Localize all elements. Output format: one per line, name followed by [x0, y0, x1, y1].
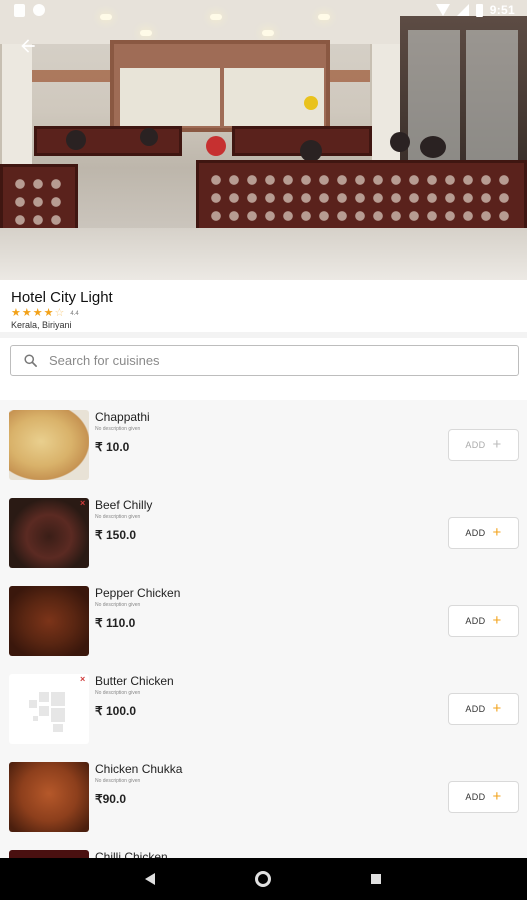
dish-image: [9, 498, 89, 568]
dish-description: No description given: [95, 690, 141, 696]
star-icon: ★: [21, 307, 32, 319]
star-icon: ★: [11, 307, 21, 319]
dish-name: Beef Chilly: [95, 498, 153, 512]
plus-icon: +: [492, 700, 502, 717]
rating-value: 4.4: [70, 310, 79, 317]
signal-icon: [456, 4, 469, 16]
plus-icon: +: [492, 436, 502, 453]
star-icon: ★: [43, 307, 54, 319]
add-button[interactable]: ADD +: [448, 517, 519, 549]
arrow-left-icon: [21, 39, 35, 53]
dish-price: ₹ 110.0: [95, 616, 136, 630]
nonveg-marker-icon: ×: [80, 674, 86, 684]
plus-icon: +: [492, 612, 502, 629]
restaurant-cover-image: [0, 0, 527, 280]
rating: ★ ★ ★ ★ ☆ 4.4: [11, 308, 79, 319]
nonveg-marker-icon: ×: [80, 498, 86, 508]
dish-image: [9, 850, 89, 858]
menu-item: Chappathi No description given ₹ 10.0 AD…: [0, 400, 527, 488]
wifi-icon: [435, 4, 450, 16]
status-bar: 9:51: [0, 0, 527, 22]
plus-icon: +: [492, 524, 502, 541]
dish-name: Butter Chicken: [95, 674, 174, 688]
restaurant-cuisines: Kerala, Biriyani: [11, 320, 72, 330]
menu-item: × Butter Chicken No description given ₹ …: [0, 664, 527, 752]
menu-item: × Beef Chilly No description given ₹ 150…: [0, 488, 527, 576]
nav-recents-icon[interactable]: [371, 874, 381, 884]
dish-name: Pepper Chicken: [95, 586, 181, 600]
add-button[interactable]: ADD +: [448, 693, 519, 725]
add-button[interactable]: ADD +: [448, 605, 519, 637]
ceiling-lamp: [140, 30, 152, 36]
battery-icon: [475, 3, 483, 17]
status-time: 9:51: [489, 3, 515, 17]
menu-item: Chilli Chicken: [0, 840, 527, 858]
search-icon: [11, 353, 49, 368]
add-button[interactable]: ADD +: [448, 781, 519, 813]
dish-name: Chappathi: [95, 410, 150, 424]
dish-description: No description given: [95, 778, 141, 784]
search-section: [0, 338, 527, 400]
marble-counter: [0, 228, 527, 280]
dish-name: Chilli Chicken: [95, 850, 168, 858]
dish-price: ₹ 150.0: [95, 528, 136, 542]
notification-icon: [33, 4, 45, 16]
dish-image-placeholder: [9, 674, 89, 744]
add-button[interactable]: ADD +: [448, 429, 519, 461]
dish-image: [9, 410, 89, 480]
restaurant-name: Hotel City Light: [11, 289, 113, 306]
dish-price: ₹ 10.0: [95, 440, 130, 454]
menu-list: Chappathi No description given ₹ 10.0 AD…: [0, 400, 527, 858]
menu-item: Pepper Chicken No description given ₹ 11…: [0, 576, 527, 664]
dish-image: [9, 762, 89, 832]
dish-image: [9, 586, 89, 656]
dish-price: ₹ 100.0: [95, 704, 136, 718]
dish-description: No description given: [95, 602, 141, 608]
dish-description: No description given: [95, 514, 141, 520]
nav-home-icon[interactable]: [255, 871, 271, 887]
dish-name: Chicken Chukka: [95, 762, 183, 776]
search-box[interactable]: [10, 345, 519, 376]
kitchen-window: [110, 40, 330, 132]
star-icon: ★: [32, 307, 43, 319]
ceiling-lamp: [262, 30, 274, 36]
image-placeholder-icon: [29, 692, 73, 732]
wooden-partition: [34, 126, 182, 156]
glass-door: [400, 16, 527, 166]
notification-icon: [14, 4, 25, 17]
jali-screen: [0, 164, 78, 236]
star-outline-icon: ☆: [54, 307, 65, 319]
system-navigation-bar: [0, 858, 527, 900]
restaurant-info: Hotel City Light ★ ★ ★ ★ ☆ 4.4 Kerala, B…: [0, 280, 527, 332]
jali-screen: [196, 160, 527, 232]
menu-item: Chicken Chukka No description given ₹90.…: [0, 752, 527, 840]
nav-back-icon[interactable]: [145, 873, 155, 885]
back-button[interactable]: [10, 28, 46, 64]
dish-description: No description given: [95, 426, 141, 432]
plus-icon: +: [492, 788, 502, 805]
dish-price: ₹90.0: [95, 792, 126, 806]
search-input[interactable]: [49, 353, 489, 368]
